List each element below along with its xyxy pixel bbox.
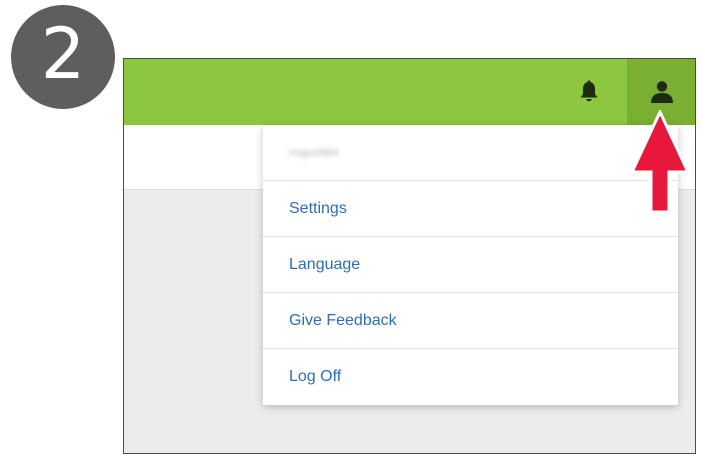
notifications-button[interactable]	[567, 75, 611, 109]
top-bar	[124, 59, 695, 125]
menu-item-language[interactable]: Language	[263, 237, 678, 293]
app-screenshot: rmgu0984 Settings Language Give Feedback…	[123, 58, 696, 454]
menu-item-settings[interactable]: Settings	[263, 181, 678, 237]
step-number: 2	[40, 13, 86, 95]
menu-item-give-feedback[interactable]: Give Feedback	[263, 293, 678, 349]
menu-item-label: Settings	[289, 199, 347, 217]
user-menu: rmgu0984 Settings Language Give Feedback…	[263, 125, 678, 405]
user-icon	[651, 81, 673, 103]
menu-item-label: Log Off	[289, 368, 342, 385]
arrow-annotation-icon	[629, 110, 691, 214]
step-badge: 2	[11, 5, 115, 109]
username-text: rmgu0984	[289, 146, 339, 159]
menu-item-label: Give Feedback	[289, 311, 397, 329]
menu-item-log-off[interactable]: Log Off	[263, 349, 678, 405]
menu-item-label: Language	[289, 255, 361, 273]
user-menu-username: rmgu0984	[263, 125, 678, 181]
bell-icon	[580, 80, 598, 102]
